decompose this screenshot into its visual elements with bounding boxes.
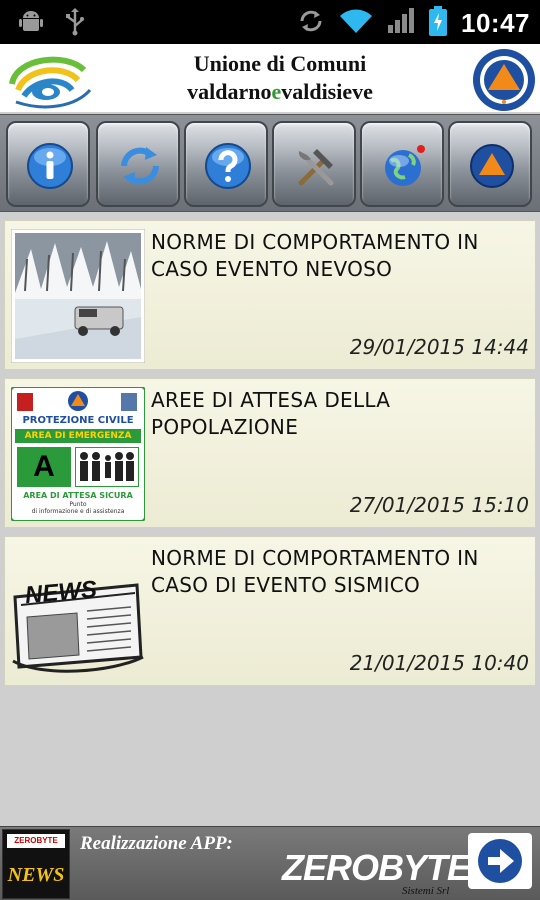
people-icon — [75, 447, 139, 487]
sign-small1: Punto — [69, 501, 87, 508]
tools-button[interactable] — [272, 121, 356, 207]
arrow-right-icon[interactable] — [468, 833, 532, 889]
app-header: Unione di Comuni valdarnoevaldisieve — [0, 44, 540, 114]
clock: 10:47 — [461, 8, 530, 38]
refresh-icon — [121, 147, 159, 185]
list-item[interactable]: NORME DI COMPORTAMENTO IN CASO EVENTO NE… — [4, 220, 536, 370]
usb-icon — [64, 8, 86, 41]
sign-bottom: AREA DI ATTESA SICURA — [23, 491, 133, 500]
footer-banner[interactable]: ZEROBYTE NEWS Realizzazione APP: ZEROBYT… — [0, 826, 540, 900]
android-debug-icon — [18, 9, 44, 40]
globe-icon — [385, 145, 425, 186]
sign-header: PROTEZIONE CIVILE — [22, 415, 134, 426]
footer-brand: ZEROBYTE — [282, 847, 471, 888]
globe-button[interactable] — [360, 121, 444, 207]
title-part-valdarno: valdarno — [187, 79, 272, 104]
item-date: 29/01/2015 14:44 — [349, 335, 529, 359]
list-item[interactable]: PROTEZIONE CIVILE AREA DI EMERGENZA A AR… — [4, 378, 536, 528]
item-title: NORME DI COMPORTAMENTO IN CASO EVENTO NE… — [151, 230, 479, 281]
snow-photo — [10, 228, 146, 364]
sign-band: AREA DI EMERGENZA — [15, 429, 141, 443]
battery-charging-icon — [429, 6, 447, 41]
emergency-area-sign: PROTEZIONE CIVILE AREA DI EMERGENZA A AR… — [10, 386, 146, 522]
signal-icon — [387, 8, 415, 39]
header-title: Unione di Comuni valdarnoevaldisieve — [150, 50, 410, 106]
tools-icon — [298, 149, 334, 186]
civil-protection-button[interactable] — [448, 121, 532, 207]
zerobyte-news-badge: ZEROBYTE NEWS — [2, 829, 70, 899]
toolbar — [0, 114, 540, 212]
title-part-e: e — [271, 79, 282, 104]
item-date: 21/01/2015 10:40 — [349, 651, 529, 675]
item-date: 27/01/2015 15:10 — [349, 493, 529, 517]
status-bar: 10:47 — [0, 0, 540, 44]
footer-label: Realizzazione APP: — [80, 833, 233, 854]
info-icon — [27, 143, 73, 189]
title-part-valdisieve: valdisieve — [281, 79, 373, 104]
footer-brand-sub: Sistemi Srl — [402, 885, 450, 897]
sign-letter: A — [17, 447, 71, 487]
info-button[interactable] — [6, 121, 90, 207]
item-title: AREE DI ATTESA DELLA POPOLAZIONE — [151, 388, 391, 439]
badge-top: ZEROBYTE — [7, 834, 65, 848]
refresh-button[interactable] — [96, 121, 180, 207]
civil-protection-icon — [470, 144, 514, 188]
item-title: NORME DI COMPORTAMENTO IN CASO DI EVENTO… — [151, 546, 479, 597]
badge-word: NEWS — [7, 864, 65, 886]
help-button[interactable] — [184, 121, 268, 207]
wifi-icon — [339, 8, 373, 39]
header-title-line2: valdarnoevaldisieve — [150, 78, 410, 106]
help-icon — [205, 143, 251, 189]
sign-small2: di informazione e di assistenza — [31, 508, 125, 515]
header-title-line1: Unione di Comuni — [193, 51, 367, 76]
sync-icon — [297, 7, 325, 40]
list-item[interactable]: NEWS NORME DI COMPORTAMENTO IN CASO DI E… — [4, 536, 536, 686]
union-logo — [6, 50, 92, 110]
protezione-civile-emblem — [472, 48, 536, 112]
newspaper-icon: NEWS — [11, 545, 145, 679]
